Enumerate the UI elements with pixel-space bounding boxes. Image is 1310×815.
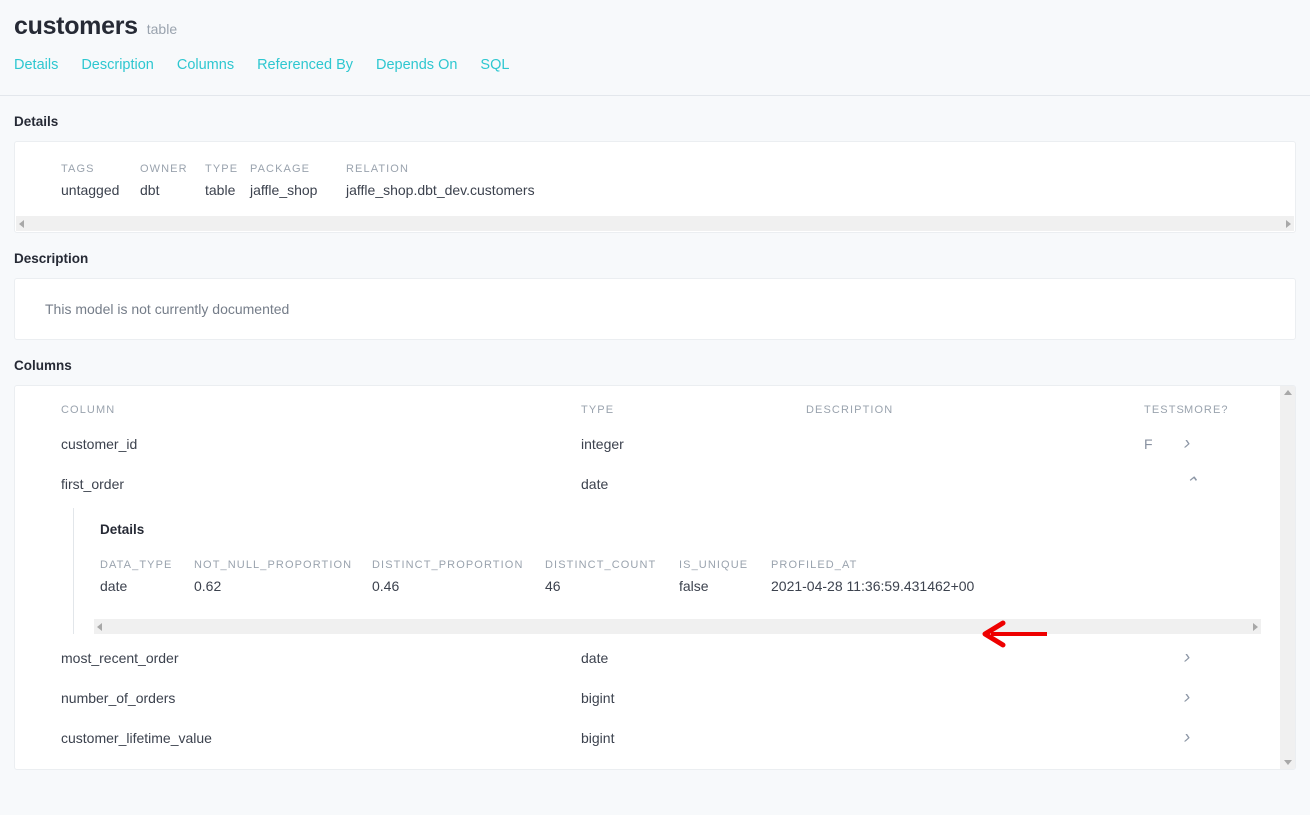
caret-up-icon[interactable] [1283,390,1292,395]
description-text: This model is not currently documented [45,301,290,317]
cell-column-more[interactable] [1184,728,1244,748]
cell-column-name: customer_lifetime_value [61,730,212,746]
cell-column-type: date [581,650,609,666]
tab-bar: Details Description Columns Referenced B… [14,57,1310,73]
expanded-field-data-type: DATA_TYPE date [100,559,194,594]
table-row[interactable]: customer_lifetime_value bigint [15,718,1277,758]
column-header-description: DESCRIPTION [806,404,894,416]
detail-label-tags: TAGS [61,163,95,175]
detail-value-type: table [205,182,236,198]
column-header-more: MORE? [1184,404,1229,416]
cell-column-more[interactable] [1184,434,1244,454]
expanded-label-profiled-at: PROFILED_AT [771,559,858,571]
cell-column-name: most_recent_order [61,650,179,666]
expanded-field-distinct-count: DISTINCT_COUNT 46 [545,559,679,594]
detail-label-package: PACKAGE [250,163,311,175]
detail-field-relation: RELATION jaffle_shop.dbt_dev.customers [346,163,535,198]
section-title-details: Details [14,114,59,129]
column-header-column: COLUMN [61,404,116,416]
tab-details[interactable]: Details [14,57,58,73]
detail-field-tags: TAGS untagged [61,163,140,198]
tab-depends-on[interactable]: Depends On [376,57,457,73]
cell-column-more[interactable] [1184,475,1244,494]
table-row[interactable]: number_of_orders bigint [15,678,1277,718]
details-card: TAGS untagged OWNER dbt TYPE table PACKA… [14,141,1296,233]
page-title: customers [14,12,138,40]
expanded-value-profiled-at: 2021-04-28 11:36:59.431462+00 [771,578,975,594]
caret-left-icon[interactable] [97,622,102,631]
title-row: customers table [14,12,1310,41]
detail-value-owner: dbt [140,182,160,198]
tab-sql[interactable]: SQL [480,57,509,73]
details-horizontal-scrollbar[interactable] [16,216,1294,231]
detail-field-package: PACKAGE jaffle_shop [250,163,346,198]
caret-left-icon[interactable] [19,219,24,228]
detail-field-type: TYPE table [205,163,250,198]
expanded-value-is-unique: false [679,578,709,594]
tab-description[interactable]: Description [81,57,154,73]
expanded-value-distinct-count: 46 [545,578,561,594]
detail-label-type: TYPE [205,163,239,175]
chevron-right-icon[interactable] [1184,648,1190,667]
columns-vertical-scrollbar[interactable] [1280,386,1295,769]
chevron-right-icon[interactable] [1184,688,1190,707]
expanded-value-not-null-proportion: 0.62 [194,578,222,594]
cell-column-more[interactable] [1184,688,1244,708]
cell-column-type: date [581,476,609,492]
cell-column-type: bigint [581,690,615,706]
cell-column-type: bigint [581,730,615,746]
column-expanded-details-panel: Details DATA_TYPE date NOT_NULL_PROPORTI… [73,508,1277,634]
expanded-field-profiled-at: PROFILED_AT 2021-04-28 11:36:59.431462+0… [771,559,974,594]
description-card: This model is not currently documented [14,278,1296,340]
details-field-list: TAGS untagged OWNER dbt TYPE table PACKA… [15,142,1295,198]
detail-value-relation: jaffle_shop.dbt_dev.customers [346,182,535,198]
columns-table: COLUMN TYPE DESCRIPTION TESTS MORE? cust… [15,386,1295,769]
cell-column-name: customer_id [61,436,138,452]
expanded-value-distinct-proportion: 0.46 [372,578,400,594]
page-header: customers table Details Description Colu… [0,0,1310,73]
cell-column-type: integer [581,436,624,452]
table-row[interactable]: first_order date [15,464,1277,504]
tab-referenced-by[interactable]: Referenced By [257,57,353,73]
section-title-columns: Columns [14,358,72,373]
caret-down-icon[interactable] [1283,760,1292,765]
expanded-label-distinct-count: DISTINCT_COUNT [545,559,657,571]
column-header-type: TYPE [581,404,615,416]
expanded-label-not-null-proportion: NOT_NULL_PROPORTION [194,559,353,571]
expanded-details-title: Details [100,522,145,537]
caret-right-icon[interactable] [1286,219,1291,228]
detail-label-relation: RELATION [346,163,409,175]
chevron-right-icon[interactable] [1184,728,1190,747]
page-title-subtitle: table [146,21,178,37]
expanded-field-is-unique: IS_UNIQUE false [679,559,771,594]
expanded-label-is-unique: IS_UNIQUE [679,559,749,571]
table-row[interactable]: most_recent_order date [15,638,1277,678]
cell-column-tests: F [1144,436,1153,452]
chevron-up-icon[interactable] [1184,475,1198,492]
cell-column-name: first_order [61,476,125,492]
detail-value-package: jaffle_shop [250,182,318,198]
columns-card: COLUMN TYPE DESCRIPTION TESTS MORE? cust… [14,385,1296,770]
section-title-description: Description [14,251,89,266]
expanded-details-field-list: DATA_TYPE date NOT_NULL_PROPORTION 0.62 … [74,537,1277,594]
cell-column-name: number_of_orders [61,690,176,706]
detail-field-owner: OWNER dbt [140,163,205,198]
expanded-horizontal-scrollbar[interactable] [94,619,1261,634]
cell-column-more[interactable] [1184,648,1244,668]
column-header-tests: TESTS [1144,404,1185,416]
columns-table-header: COLUMN TYPE DESCRIPTION TESTS MORE? [15,386,1277,424]
expanded-field-not-null-proportion: NOT_NULL_PROPORTION 0.62 [194,559,372,594]
chevron-right-icon[interactable] [1184,434,1190,453]
expanded-label-distinct-proportion: DISTINCT_PROPORTION [372,559,524,571]
detail-value-tags: untagged [61,182,120,198]
expanded-field-distinct-proportion: DISTINCT_PROPORTION 0.46 [372,559,545,594]
page-root: customers table Details Description Colu… [0,0,1310,815]
tab-columns[interactable]: Columns [177,57,234,73]
expanded-label-data-type: DATA_TYPE [100,559,173,571]
detail-label-owner: OWNER [140,163,188,175]
expanded-value-data-type: date [100,578,128,594]
caret-right-icon[interactable] [1253,622,1258,631]
table-row[interactable]: customer_id integer F [15,424,1277,464]
